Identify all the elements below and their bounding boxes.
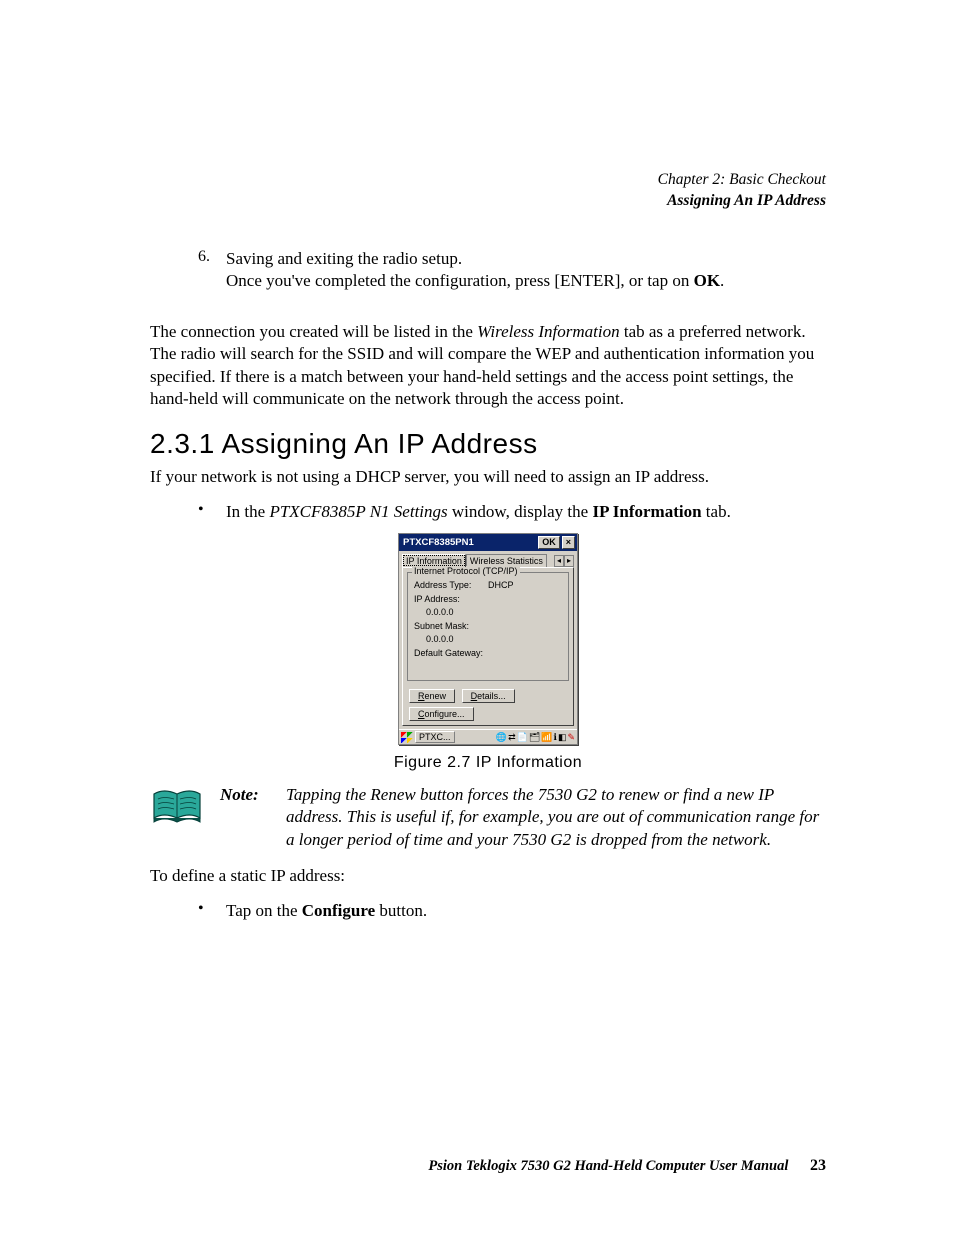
tcpip-fieldset: Internet Protocol (TCP/IP) Address Type:…	[407, 572, 569, 681]
fieldset-legend: Internet Protocol (TCP/IP)	[412, 566, 520, 576]
tray-signal-icon[interactable]: 📶	[541, 732, 552, 743]
subnet-mask-label: Subnet Mask:	[414, 620, 562, 634]
paragraph-connection: The connection you created will be liste…	[150, 321, 826, 411]
start-icon[interactable]	[401, 732, 413, 743]
note-block: Note: Tapping the Renew button forces th…	[150, 784, 826, 851]
system-tray: 🌐 ⇄ 📄 🗂 📶 ℹ ◧ ✎	[496, 732, 575, 743]
note-label: Note:	[220, 784, 268, 851]
page-number: 23	[810, 1157, 826, 1174]
header-section: Assigning An IP Address	[150, 191, 826, 212]
dialog-screenshot: PTXCF8385PN1 OK × IP Information Wireles…	[398, 533, 578, 745]
note-body: Tapping the Renew button forces the 7530…	[286, 784, 826, 851]
step6-line1: Saving and exiting the radio setup.	[226, 249, 462, 268]
book-icon	[150, 786, 204, 826]
header-chapter: Chapter 2: Basic Checkout	[150, 170, 826, 191]
tab-ip-information[interactable]: IP Information	[402, 554, 466, 567]
tray-net-icon[interactable]: ⇄	[508, 732, 516, 743]
step6-line2c: .	[720, 271, 724, 290]
tray-globe-icon[interactable]: 🌐	[496, 732, 507, 743]
figure-caption: Figure 2.7 IP Information	[150, 754, 826, 772]
default-gateway-label: Default Gateway:	[414, 647, 562, 661]
tab-scroll-right[interactable]: ▸	[564, 555, 574, 567]
bullet-configure: • Tap on the Configure button.	[198, 900, 826, 922]
subnet-mask-value: 0.0.0.0	[414, 633, 562, 647]
renew-button[interactable]: Renew	[409, 689, 455, 703]
dialog-title: PTXCF8385PN1	[401, 537, 536, 548]
page-header: Chapter 2: Basic Checkout Assigning An I…	[150, 170, 826, 212]
wireless-info-term: Wireless Information	[477, 322, 619, 341]
configure-term: Configure	[302, 901, 375, 920]
footer-text: Psion Teklogix 7530 G2 Hand-Held Compute…	[428, 1158, 788, 1174]
step-number: 6.	[198, 248, 226, 305]
ip-address-label: IP Address:	[414, 593, 562, 607]
paragraph-dhcp: If your network is not using a DHCP serv…	[150, 466, 826, 488]
details-button[interactable]: Details...	[462, 689, 515, 703]
tray-cards-icon[interactable]: 🗂	[529, 732, 540, 743]
tray-conn-icon[interactable]: ◧	[558, 732, 567, 743]
bullet-dot: •	[198, 501, 226, 523]
dialog-ok-button[interactable]: OK	[538, 536, 560, 549]
dialog-close-button[interactable]: ×	[562, 536, 575, 549]
step6-line2a: Once you've completed the configuration,…	[226, 271, 694, 290]
section-heading: 2.3.1 Assigning An IP Address	[150, 428, 826, 460]
address-type-label: Address Type:	[414, 579, 488, 593]
configure-button[interactable]: Configure...	[409, 707, 474, 721]
tab-scroll-left[interactable]: ◂	[554, 555, 564, 567]
step-6: 6. Saving and exiting the radio setup. O…	[198, 248, 826, 305]
paragraph-define-static: To define a static IP address:	[150, 865, 826, 887]
taskbar: PTXC... 🌐 ⇄ 📄 🗂 📶 ℹ ◧ ✎	[399, 729, 577, 744]
step6-ok: OK	[694, 271, 720, 290]
dialog-tabs: IP Information Wireless Statistics ◂ ▸	[399, 551, 577, 567]
ip-address-value: 0.0.0.0	[414, 606, 562, 620]
ip-information-tab-name: IP Information	[592, 502, 701, 521]
settings-window-name: PTXCF8385P N1 Settings	[269, 502, 447, 521]
tray-pen-icon[interactable]: ✎	[567, 732, 575, 743]
tray-info-icon[interactable]: ℹ	[554, 732, 557, 743]
page-footer: Psion Teklogix 7530 G2 Hand-Held Compute…	[150, 1157, 826, 1175]
address-type-value: DHCP	[488, 579, 514, 593]
tray-doc-icon[interactable]: 📄	[517, 732, 528, 743]
dialog-titlebar: PTXCF8385PN1 OK ×	[399, 534, 577, 551]
bullet-dot-2: •	[198, 900, 226, 922]
step-body: Saving and exiting the radio setup. Once…	[226, 248, 826, 293]
taskbar-app[interactable]: PTXC...	[415, 731, 455, 743]
bullet-ipinfo: • In the PTXCF8385P N1 Settings window, …	[198, 501, 826, 523]
